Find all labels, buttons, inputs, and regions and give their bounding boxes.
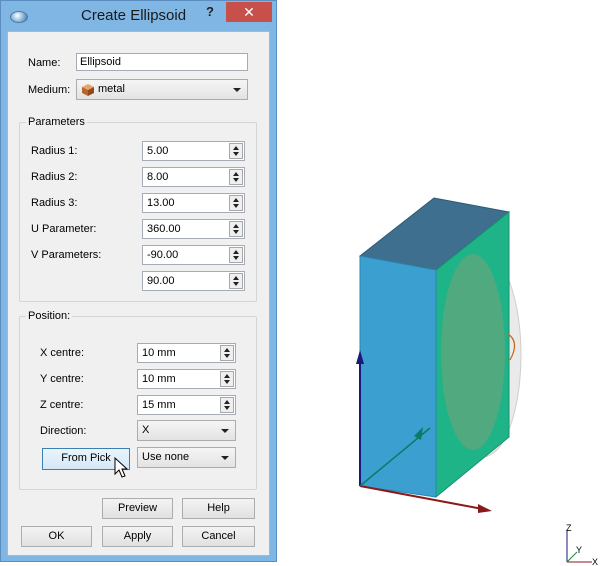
radius1-value: 5.00 xyxy=(147,145,169,157)
x-centre-spinbox[interactable]: 10 mm xyxy=(137,343,236,363)
z-centre-label: Z centre: xyxy=(40,399,84,411)
u-parameter-spinbox[interactable]: 360.00 xyxy=(142,219,245,239)
box-front-face xyxy=(359,255,437,498)
spin-arrows-icon[interactable] xyxy=(229,169,243,185)
triad-x-label: X xyxy=(592,557,598,566)
radius2-label: Radius 2: xyxy=(31,171,78,183)
spin-arrows-icon[interactable] xyxy=(229,195,243,211)
pick-mode-select[interactable]: Use none xyxy=(137,447,236,468)
medium-label: Medium: xyxy=(28,84,71,96)
radius3-label: Radius 3: xyxy=(31,197,78,209)
x-centre-label: X centre: xyxy=(40,347,85,359)
metal-cube-icon xyxy=(82,84,94,96)
radius1-spinbox[interactable]: 5.00 xyxy=(142,141,245,161)
position-group-title: Position: xyxy=(26,310,73,322)
spin-arrows-icon[interactable] xyxy=(229,273,243,289)
radius2-spinbox[interactable]: 8.00 xyxy=(142,167,245,187)
medium-select[interactable]: metal xyxy=(76,79,248,100)
parameters-group-title: Parameters xyxy=(26,116,87,128)
help-question-icon[interactable]: ? xyxy=(202,4,218,19)
mouse-pointer-icon xyxy=(114,457,128,478)
y-centre-spinbox[interactable]: 10 mm xyxy=(137,369,236,389)
v-parameter-max-value: 90.00 xyxy=(147,275,175,287)
ellipsoid-solid xyxy=(441,254,505,450)
direction-value: X xyxy=(142,424,150,436)
pick-mode-value: Use none xyxy=(142,451,190,463)
spin-arrows-icon[interactable] xyxy=(220,371,234,387)
direction-label: Direction: xyxy=(40,425,87,437)
direction-select[interactable]: X xyxy=(137,420,236,441)
name-input[interactable]: Ellipsoid xyxy=(76,53,248,71)
dialog-client-area: Name: Ellipsoid Medium: metal Parameters… xyxy=(7,31,270,556)
spin-arrows-icon[interactable] xyxy=(220,345,234,361)
z-centre-spinbox[interactable]: 15 mm xyxy=(137,395,236,415)
x-centre-value: 10 mm xyxy=(142,347,176,359)
chevron-down-icon xyxy=(233,88,241,92)
triad-y-label: Y xyxy=(576,545,582,555)
cancel-button[interactable]: Cancel xyxy=(182,526,255,547)
help-button[interactable]: Help xyxy=(182,498,255,519)
spin-arrows-icon[interactable] xyxy=(229,221,243,237)
ok-button[interactable]: OK xyxy=(21,526,92,547)
chevron-down-icon xyxy=(221,429,229,433)
create-ellipsoid-dialog: Create Ellipsoid ? ✕ Name: Ellipsoid Med… xyxy=(0,0,277,562)
v-parameter-min-spinbox[interactable]: -90.00 xyxy=(142,245,245,265)
spin-arrows-icon[interactable] xyxy=(220,397,234,413)
v-parameters-label: V Parameters: xyxy=(31,249,102,261)
triad-z-label: Z xyxy=(566,523,572,533)
medium-value: metal xyxy=(98,83,125,95)
spin-arrows-icon[interactable] xyxy=(229,247,243,263)
preview-button[interactable]: Preview xyxy=(102,498,173,519)
u-parameter-value: 360.00 xyxy=(147,223,181,235)
v-parameter-min-value: -90.00 xyxy=(147,249,179,261)
y-centre-label: Y centre: xyxy=(40,373,84,385)
window-title: Create Ellipsoid xyxy=(81,7,187,24)
close-button[interactable]: ✕ xyxy=(226,2,272,22)
v-parameter-max-spinbox[interactable]: 90.00 xyxy=(142,271,245,291)
name-label: Name: xyxy=(28,57,61,69)
z-centre-value: 15 mm xyxy=(142,399,176,411)
apply-button[interactable]: Apply xyxy=(102,526,173,547)
chevron-down-icon xyxy=(221,456,229,460)
local-x-arrow xyxy=(478,504,492,513)
3d-viewport[interactable]: Z Y X xyxy=(278,0,600,566)
radius3-value: 13.00 xyxy=(147,197,175,209)
radius2-value: 8.00 xyxy=(147,171,169,183)
title-bar[interactable]: Create Ellipsoid ? ✕ xyxy=(1,1,276,31)
radius3-spinbox[interactable]: 13.00 xyxy=(142,193,245,213)
ellipsoid-app-icon xyxy=(10,11,28,23)
y-centre-value: 10 mm xyxy=(142,373,176,385)
radius1-label: Radius 1: xyxy=(31,145,78,157)
spin-arrows-icon[interactable] xyxy=(229,143,243,159)
u-parameter-label: U Parameter: xyxy=(31,223,97,235)
